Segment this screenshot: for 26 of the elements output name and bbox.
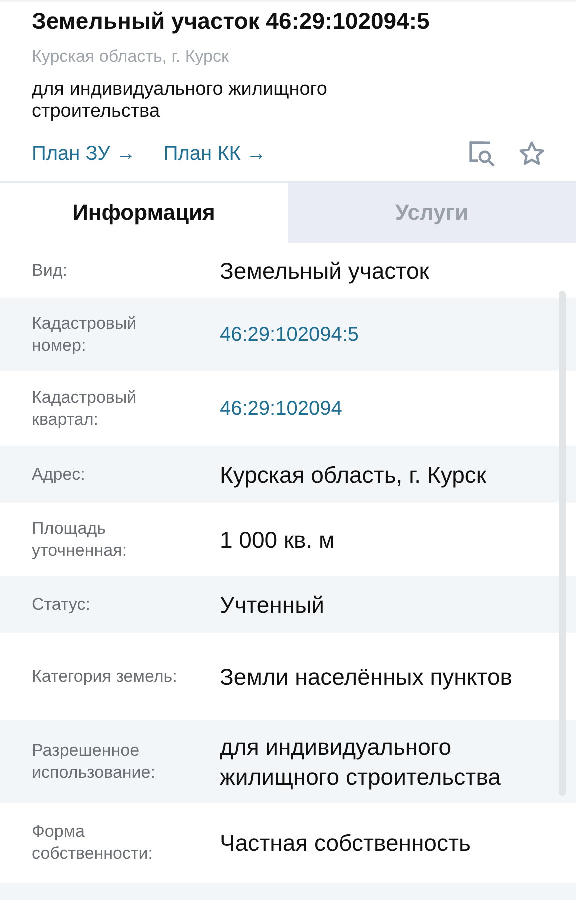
field-value: Частная собственность: [220, 829, 472, 858]
field-label: Площадь уточненная:: [32, 518, 128, 562]
plan-link[interactable]: План КК →: [164, 142, 267, 166]
field-value: для индивидуального жилищного строительства: [220, 732, 502, 792]
parcel-title: Земельный участок 46:29:102094:5: [32, 8, 431, 35]
field-value: Курская область, г. Курск: [220, 460, 488, 490]
field-value: Земельный участок: [220, 256, 430, 286]
field-label: Вид:: [32, 260, 68, 282]
field-label: Адрес:: [32, 464, 86, 486]
field-value: Учтенный: [220, 590, 326, 620]
field-label: Форма собственности:: [32, 821, 154, 865]
map-search-icon[interactable]: [468, 140, 496, 168]
parcel-purpose: для индивидуального жилищного строительства: [32, 79, 328, 123]
field-label: Кадастровый номер:: [32, 312, 138, 356]
plan-link[interactable]: План ЗУ →: [32, 142, 136, 166]
scrollbar[interactable]: [559, 291, 566, 796]
cadastral-link[interactable]: 46:29:102094: [220, 394, 538, 424]
field-label: Разрешенное использование:: [32, 740, 156, 784]
field-label: Категория земель:: [32, 666, 178, 688]
field-value: 1 000 кв. м: [220, 526, 336, 554]
star-icon[interactable]: [518, 140, 546, 168]
field-label: Статус:: [32, 594, 92, 616]
field-label: Кадастровый квартал:: [32, 386, 138, 430]
field-value: Земли населённых пунктов: [220, 662, 514, 692]
parcel-address: Курская область, г. Курск: [32, 47, 230, 67]
cadastral-link[interactable]: 46:29:102094:5: [220, 320, 538, 350]
